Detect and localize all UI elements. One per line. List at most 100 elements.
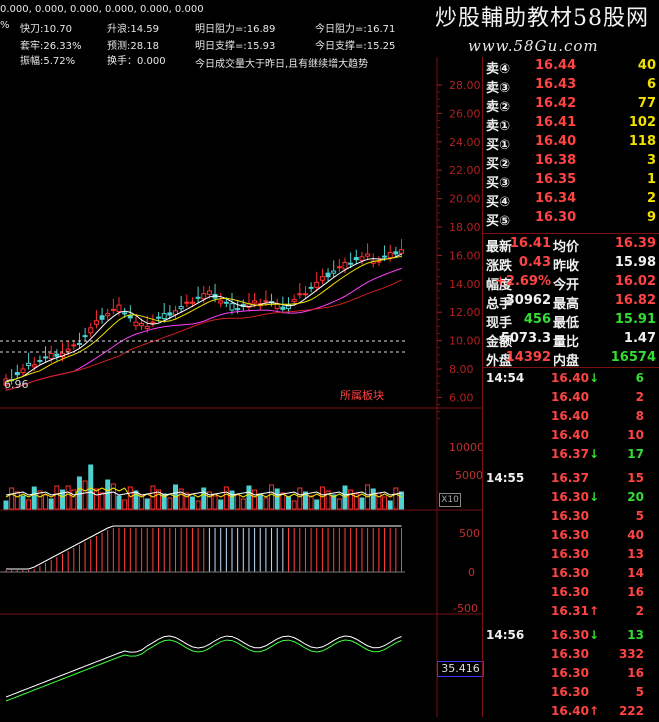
candle-body bbox=[37, 359, 43, 362]
book-price: 16.43 bbox=[535, 77, 577, 92]
stat-key: 均价 bbox=[553, 240, 580, 255]
volume-bar bbox=[252, 489, 258, 510]
bid-row[interactable]: 买③ 16.35 1 bbox=[483, 171, 659, 191]
stat-key: 涨跌 bbox=[486, 259, 513, 274]
candle-body bbox=[110, 308, 116, 311]
volume-bar bbox=[286, 496, 291, 510]
ma-line bbox=[5, 253, 402, 383]
kdj-k-line bbox=[5, 635, 402, 698]
candle-body bbox=[336, 266, 342, 269]
book-volume: 2 bbox=[646, 191, 656, 206]
volume-bar bbox=[3, 500, 9, 510]
candle-body bbox=[167, 312, 173, 316]
volume-bar bbox=[144, 498, 150, 510]
candle-body bbox=[48, 352, 54, 359]
ask-row[interactable]: 卖② 16.42 77 bbox=[483, 95, 659, 115]
bid-row[interactable]: 买⑤ 16.30 9 bbox=[483, 209, 659, 229]
tick-time: 14:55 bbox=[486, 471, 525, 485]
tick-volume: 2 bbox=[635, 390, 644, 404]
book-level-label: 买③ bbox=[486, 176, 511, 191]
ask-row[interactable]: 卖④ 16.44 40 bbox=[483, 57, 659, 77]
candle-body bbox=[252, 300, 258, 304]
tick-volume: 222 bbox=[618, 704, 644, 718]
volume-bar bbox=[257, 493, 263, 510]
sector-label[interactable]: 所属板块 bbox=[340, 387, 384, 403]
book-price: 16.38 bbox=[535, 153, 577, 168]
candle-body bbox=[308, 286, 314, 289]
price-axis-label: 14.00 bbox=[449, 278, 481, 291]
book-volume: 3 bbox=[646, 153, 656, 168]
candle-body bbox=[229, 303, 235, 311]
ask-row[interactable]: 卖③ 16.43 6 bbox=[483, 76, 659, 96]
candle-body bbox=[314, 281, 320, 288]
tick-row: 16.30 13 bbox=[483, 546, 659, 565]
vol-axis-5000: 5000 bbox=[455, 469, 483, 482]
tick-price: 16.30 bbox=[551, 490, 589, 504]
bid-row[interactable]: 买① 16.40 118 bbox=[483, 133, 659, 153]
candle-body bbox=[342, 262, 348, 270]
candle-body bbox=[263, 300, 269, 303]
tick-row: 16.40 ↑ 222 bbox=[483, 703, 659, 722]
volume-bar bbox=[319, 486, 325, 510]
volume-bar bbox=[223, 486, 229, 510]
header-trapped: 套牢:26.33% bbox=[20, 41, 82, 52]
stat-key: 量比 bbox=[553, 335, 580, 350]
header-next-resistance: 明日阻力=:16.89 bbox=[195, 24, 276, 35]
volume-unit-button[interactable]: X10 bbox=[439, 493, 461, 507]
tick-volume: 16 bbox=[627, 666, 644, 680]
tick-time: 14:56 bbox=[486, 628, 525, 642]
candle-body bbox=[133, 321, 139, 327]
volume-bar bbox=[212, 495, 218, 510]
volume-bar bbox=[105, 479, 111, 510]
candle-body bbox=[189, 301, 195, 304]
candle-body bbox=[156, 316, 162, 319]
volume-bar bbox=[218, 499, 224, 510]
stat-key: 最高 bbox=[553, 297, 580, 312]
candle-body bbox=[54, 353, 60, 357]
bid-row[interactable]: 买② 16.38 3 bbox=[483, 152, 659, 172]
divider bbox=[483, 233, 659, 234]
candle-body bbox=[161, 313, 167, 320]
kline-chart[interactable]: 28.00 26.00 24.00 22.00 20.00 18.00 16.00 14.00… bbox=[0, 57, 482, 717]
stat-value: 30962 bbox=[505, 293, 551, 308]
ask-row[interactable]: 卖① 16.41 102 bbox=[483, 114, 659, 134]
kdj-lines bbox=[5, 635, 402, 702]
candle-body bbox=[297, 293, 303, 296]
volume-bar bbox=[26, 499, 32, 510]
tick-volume: 13 bbox=[627, 547, 644, 561]
tick-price: 16.40 bbox=[551, 409, 589, 423]
volume-bar bbox=[336, 498, 342, 510]
volume-bar bbox=[297, 487, 303, 510]
stat-key: 昨收 bbox=[553, 259, 580, 274]
candle-body bbox=[88, 327, 94, 334]
tick-row: 16.30 ↓ 20 bbox=[483, 489, 659, 508]
volume-bar bbox=[382, 496, 388, 510]
candle-body bbox=[105, 313, 111, 317]
macd-bars bbox=[0, 525, 405, 573]
bid-row[interactable]: 买④ 16.34 2 bbox=[483, 190, 659, 210]
tick-volume: 20 bbox=[627, 490, 644, 504]
stat-key: 今开 bbox=[553, 278, 580, 293]
tick-volume: 16 bbox=[627, 585, 644, 599]
candle-body bbox=[331, 270, 337, 274]
candlestick-series bbox=[3, 239, 404, 390]
arrow-down-icon: ↓ bbox=[589, 371, 600, 385]
tick-volume: 5 bbox=[635, 509, 644, 523]
ma-line bbox=[5, 255, 402, 383]
divider bbox=[483, 367, 659, 368]
stat-value: 15.91 bbox=[614, 312, 656, 327]
volume-bar bbox=[274, 488, 280, 510]
candle-body bbox=[76, 342, 82, 345]
volume-bar bbox=[20, 495, 26, 510]
volume-bar bbox=[43, 494, 49, 510]
candle-body bbox=[93, 320, 99, 325]
tick-row: 16.40 8 bbox=[483, 408, 659, 427]
volume-bar bbox=[399, 491, 404, 510]
book-volume: 40 bbox=[637, 58, 656, 73]
candle-body bbox=[122, 312, 128, 315]
arrow-up-icon: ↑ bbox=[589, 704, 600, 718]
kdj-value-box: 35.416 bbox=[437, 661, 484, 677]
stat-value: +2.69% bbox=[495, 274, 551, 289]
tick-price: 16.30 bbox=[551, 666, 589, 680]
price-axis-label: 28.00 bbox=[449, 79, 481, 92]
